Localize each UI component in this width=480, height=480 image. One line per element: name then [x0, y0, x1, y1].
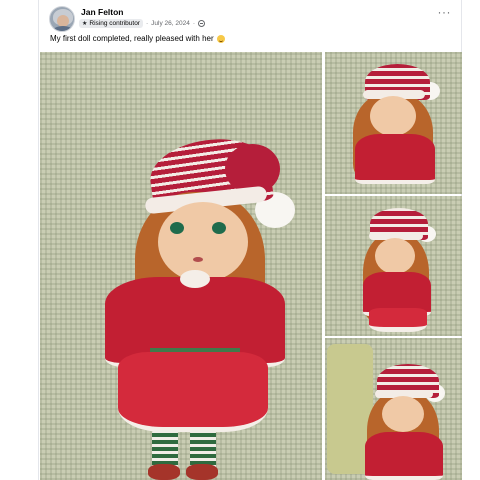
doll-face — [158, 202, 248, 282]
doll-shoe-left — [148, 464, 180, 480]
thumbnail-photo-2[interactable] — [325, 196, 462, 336]
star-icon: ★ — [82, 20, 88, 27]
doll-dress — [118, 352, 268, 432]
globe-icon — [197, 19, 205, 27]
doll-face — [375, 238, 415, 274]
doll-mouth — [193, 257, 203, 262]
meta-separator: · — [145, 19, 149, 27]
doll-cape — [355, 134, 435, 184]
avatar-shirt — [52, 26, 74, 31]
thumbnail-photo-3[interactable] — [325, 338, 462, 480]
doll-face — [370, 96, 416, 136]
doll-eye-left — [170, 222, 184, 234]
post-date[interactable]: July 26, 2024 — [151, 20, 190, 27]
more-options-button[interactable]: ··· — [438, 6, 452, 18]
avatar[interactable] — [49, 6, 75, 32]
post-text-content: My first doll completed, really pleased … — [50, 34, 214, 43]
post-card: Jan Felton ★ Rising contributor · July 2… — [38, 0, 462, 480]
cape-bow — [180, 270, 210, 288]
thumbnail-photo-1[interactable] — [325, 52, 462, 194]
smiling-face-emoji-icon — [216, 34, 225, 43]
doll-cape — [365, 432, 443, 480]
author-name[interactable]: Jan Felton — [81, 7, 124, 17]
post-text: My first doll completed, really pleased … — [50, 34, 225, 43]
main-photo[interactable] — [40, 52, 322, 480]
badge-label: Rising contributor — [89, 19, 140, 27]
doll-shoe-right — [186, 464, 218, 480]
post-meta: ★ Rising contributor · July 26, 2024 · — [79, 17, 205, 29]
doll-dress — [369, 308, 427, 332]
doll-eye-right — [212, 222, 226, 234]
contributor-badge[interactable]: ★ Rising contributor — [79, 18, 143, 28]
doll-face — [382, 396, 424, 432]
meta-separator-2: · — [192, 19, 195, 27]
